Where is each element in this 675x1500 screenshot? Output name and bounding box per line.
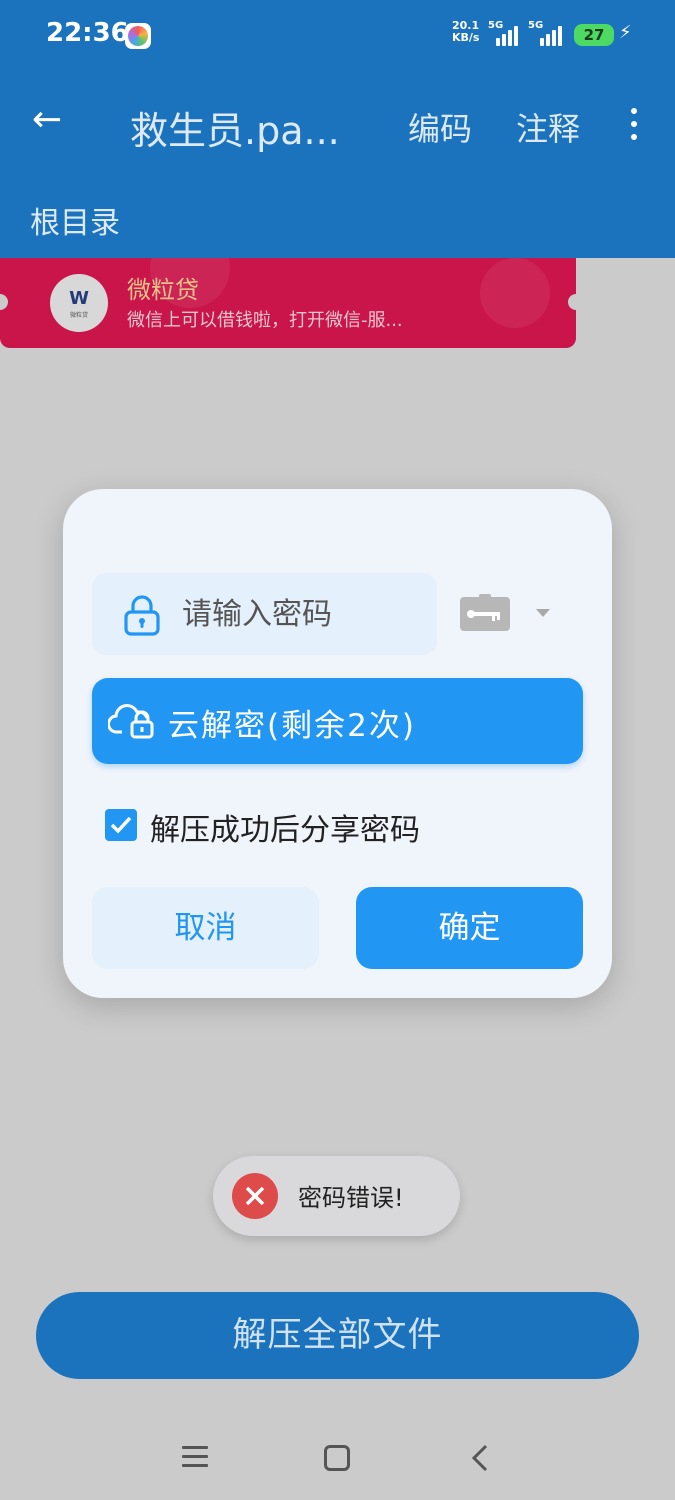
cloud-decrypt-label: 云解密(剩余2次): [168, 708, 416, 744]
charging-icon: ⚡: [619, 22, 632, 43]
status-bar: 22:36 20.1 KB/s 5G 5G 27 ⚡: [0, 0, 675, 70]
password-field[interactable]: [92, 573, 437, 655]
back-arrow-icon[interactable]: ←: [32, 102, 62, 138]
network-speed: 20.1 KB/s: [452, 19, 480, 44]
battery-icon: 27: [574, 24, 614, 46]
signal-icon-sim1: 5G: [488, 20, 526, 46]
checkmark-icon: [110, 816, 132, 834]
app-bar: ← 救生员.pa... 编码 注释: [0, 70, 675, 180]
signal-icon-sim2: 5G: [528, 20, 566, 46]
more-vert-icon[interactable]: [628, 108, 640, 142]
comment-button[interactable]: 注释: [516, 104, 580, 150]
ad-banner[interactable]: W 微粒贷 微粒贷 微信上可以借钱啦，打开微信-服...: [0, 258, 576, 348]
app-header: 22:36 20.1 KB/s 5G 5G 27 ⚡ ← 救生员.pa... 编…: [0, 0, 675, 258]
password-dialog: 云解密(剩余2次) 解压成功后分享密码 取消 确定: [63, 489, 612, 998]
toast-message: 密码错误!: [298, 1184, 404, 1212]
extract-all-button[interactable]: 解压全部文件: [36, 1292, 639, 1379]
encoding-button[interactable]: 编码: [408, 104, 472, 150]
cloud-decrypt-button[interactable]: 云解密(剩余2次): [92, 678, 583, 764]
lock-icon: [124, 595, 160, 636]
key-manager-icon[interactable]: [459, 593, 511, 633]
home-icon[interactable]: [324, 1445, 350, 1471]
cancel-button[interactable]: 取消: [92, 887, 319, 969]
password-input[interactable]: [182, 573, 422, 655]
share-password-checkbox[interactable]: [105, 809, 137, 841]
status-time: 22:36: [46, 18, 129, 48]
recent-apps-icon[interactable]: [182, 1446, 208, 1468]
ad-title: 微粒贷: [127, 276, 199, 304]
notification-app-icon: [125, 23, 151, 49]
error-toast: 密码错误!: [213, 1156, 460, 1236]
chevron-down-icon[interactable]: [536, 609, 550, 617]
breadcrumb-root[interactable]: 根目录: [30, 198, 120, 242]
nav-back-icon[interactable]: [468, 1442, 492, 1474]
confirm-button[interactable]: 确定: [356, 887, 583, 969]
system-nav-bar: [0, 1420, 675, 1500]
archive-title: 救生员.pa...: [130, 109, 340, 153]
ad-description: 微信上可以借钱啦，打开微信-服...: [127, 310, 403, 331]
cloud-lock-icon: [108, 704, 154, 739]
error-close-icon: [232, 1173, 278, 1219]
share-password-label[interactable]: 解压成功后分享密码: [150, 805, 420, 849]
ad-logo: W 微粒贷: [50, 274, 108, 332]
